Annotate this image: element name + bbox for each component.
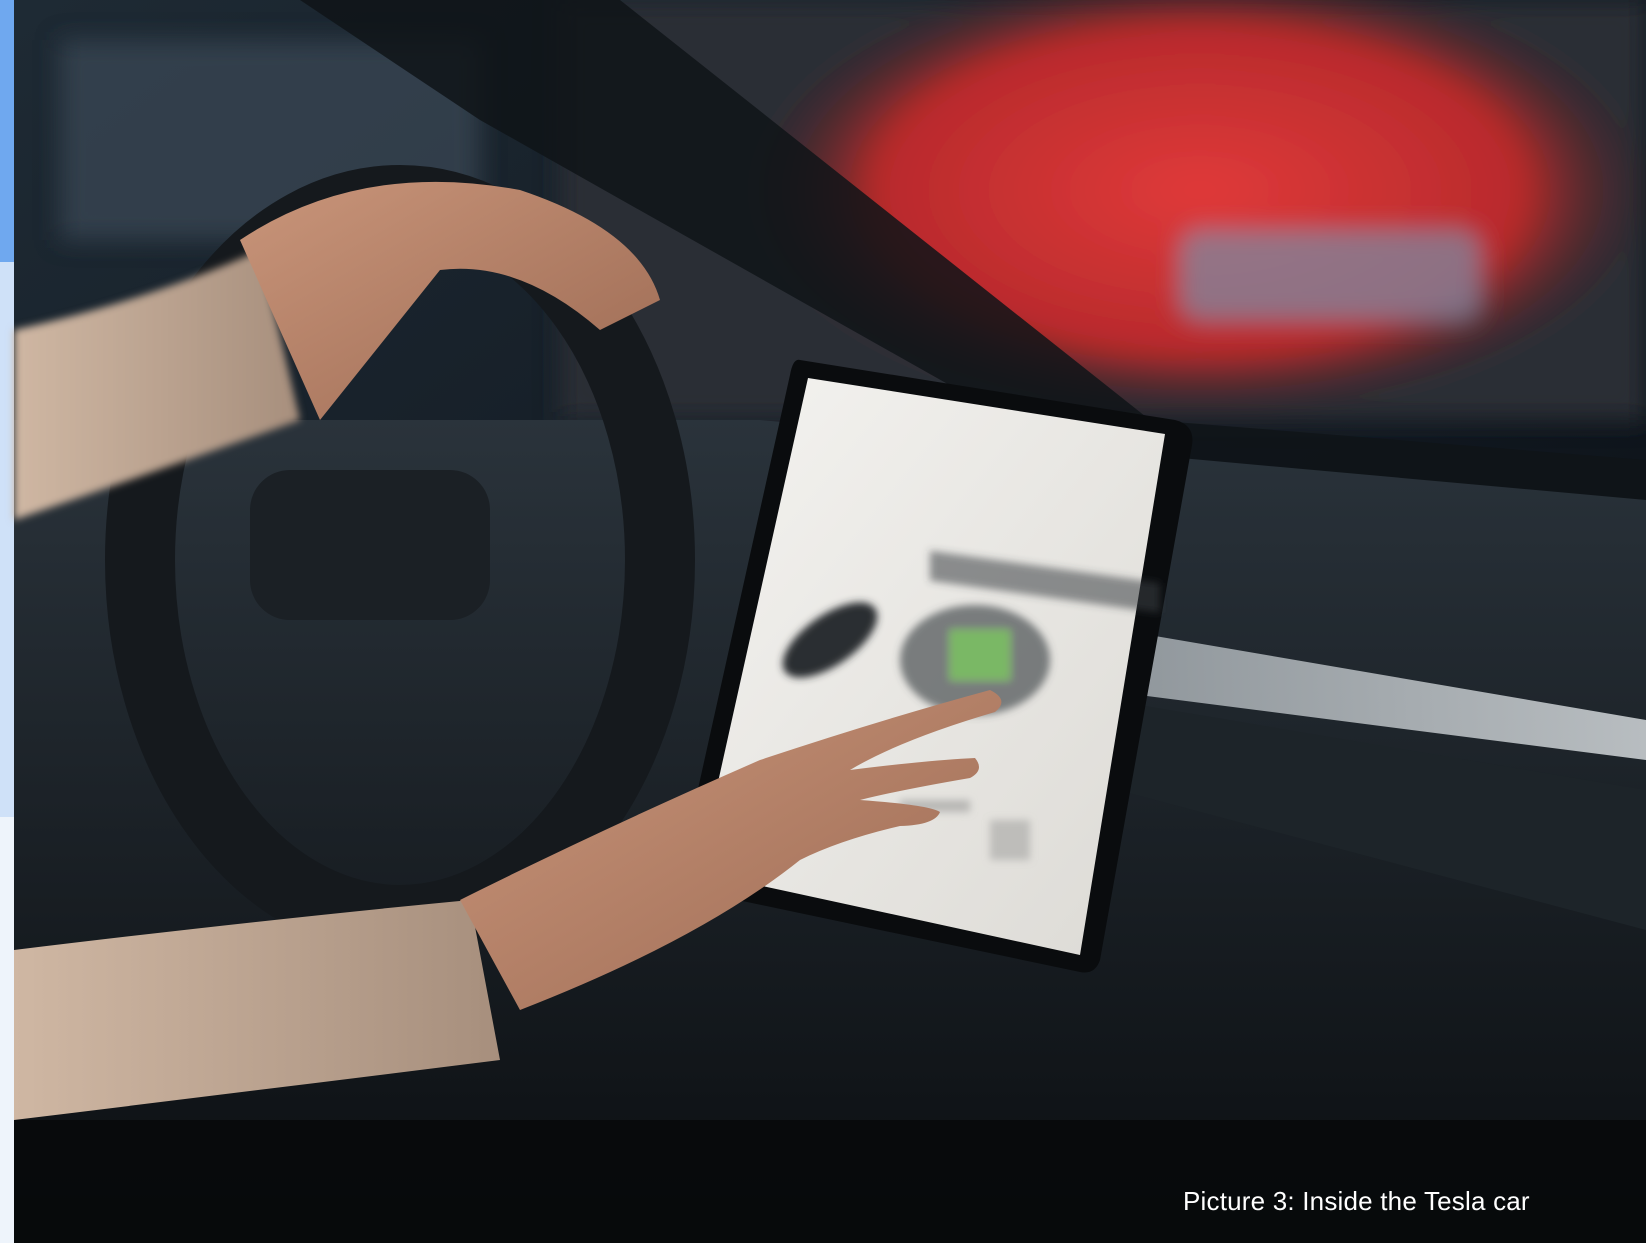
tesla-interior-photo: [14, 0, 1646, 1243]
photo-caption: Picture 3: Inside the Tesla car: [1183, 1186, 1530, 1216]
